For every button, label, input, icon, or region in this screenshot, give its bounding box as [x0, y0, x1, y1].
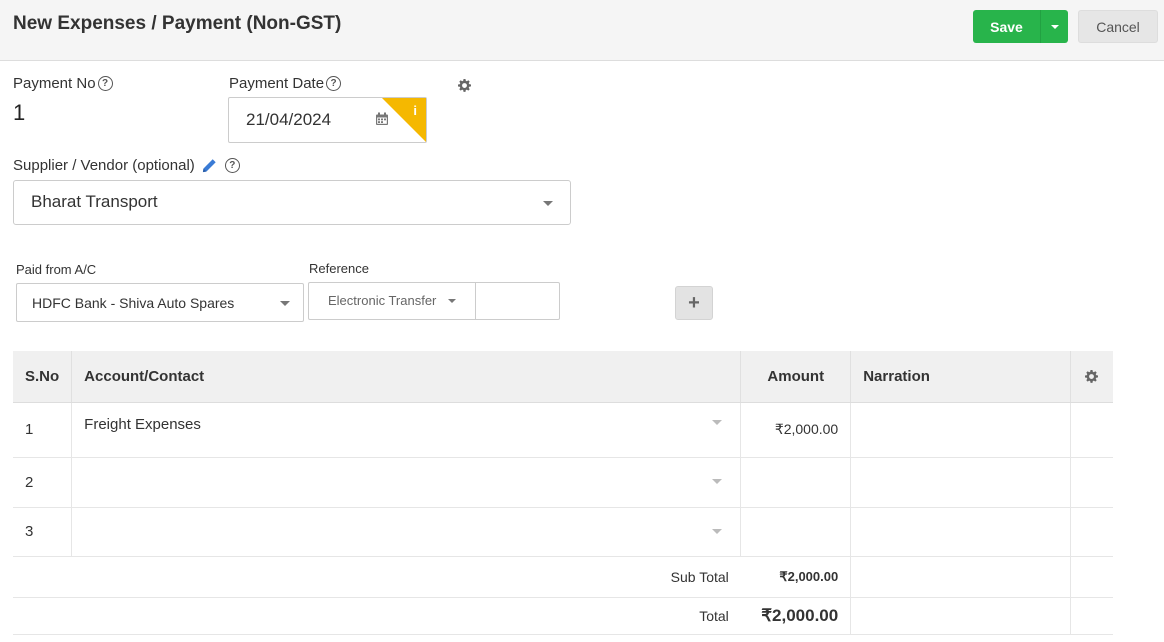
- row-settings-cell: [1070, 402, 1113, 458]
- help-icon[interactable]: ?: [326, 76, 342, 91]
- chevron-down-icon: [712, 528, 723, 534]
- subtotal-label: Sub Total: [13, 556, 741, 598]
- row-sno: 2: [13, 457, 73, 508]
- info-icon[interactable]: i: [413, 103, 417, 118]
- supplier-select[interactable]: Bharat Transport: [13, 180, 571, 225]
- page-title: New Expenses / Payment (Non-GST): [13, 13, 342, 34]
- chevron-down-icon: [543, 201, 553, 206]
- row-settings-cell: [1070, 507, 1113, 557]
- account-select[interactable]: Freight Expenses: [71, 402, 742, 458]
- help-icon[interactable]: ?: [97, 76, 113, 91]
- supplier-value: Bharat Transport: [31, 192, 158, 211]
- chevron-down-icon: [712, 479, 723, 484]
- supplier-label-group: Supplier / Vendor (optional) ?: [13, 157, 240, 174]
- subtotal-row: Sub Total ₹2,000.00: [13, 556, 1113, 598]
- total-settings-cell: [1070, 597, 1113, 635]
- row-sno: 3: [13, 507, 73, 557]
- expense-table: S.No Account/Contact Amount Narration 1 …: [13, 351, 1113, 635]
- amount-input[interactable]: [740, 457, 852, 508]
- amount-input[interactable]: [740, 507, 852, 557]
- column-header-amount: Amount: [740, 351, 852, 403]
- save-button[interactable]: Save: [973, 10, 1040, 43]
- cancel-button[interactable]: Cancel: [1078, 10, 1158, 43]
- save-options-button[interactable]: [1040, 10, 1068, 43]
- subtotal-narration-cell: [850, 556, 1071, 598]
- subtotal-value: ₹2,000.00: [740, 556, 852, 598]
- narration-input[interactable]: [850, 402, 1071, 458]
- total-narration-cell: [850, 597, 1071, 635]
- column-header-sno: S.No: [13, 351, 73, 403]
- payment-no-label-group: Payment No ?: [13, 75, 113, 92]
- total-label: Total: [13, 597, 741, 635]
- column-header-account: Account/Contact: [71, 351, 742, 403]
- account-select[interactable]: [71, 507, 742, 557]
- gear-icon[interactable]: [1085, 369, 1099, 383]
- page-header: New Expenses / Payment (Non-GST) Save Ca…: [0, 0, 1164, 61]
- account-value: Freight Expenses: [84, 415, 201, 433]
- total-value: ₹2,000.00: [740, 597, 852, 635]
- gear-icon[interactable]: [458, 79, 471, 92]
- table-row: 2: [13, 457, 1113, 508]
- reference-type-value: Electronic Transfer: [328, 293, 437, 308]
- column-header-narration: Narration: [850, 351, 1071, 403]
- paid-from-select[interactable]: HDFC Bank - Shiva Auto Spares: [16, 283, 304, 322]
- table-row: 1 Freight Expenses ₹2,000.00: [13, 402, 1113, 458]
- narration-input[interactable]: [850, 457, 1071, 508]
- paid-from-value: HDFC Bank - Shiva Auto Spares: [32, 295, 235, 311]
- narration-input[interactable]: [850, 507, 1071, 557]
- payment-date-value: 21/04/2024: [246, 110, 332, 129]
- reference-label: Reference: [309, 261, 369, 276]
- save-button-group: Save: [973, 10, 1068, 43]
- amount-input[interactable]: ₹2,000.00: [740, 402, 852, 458]
- chevron-down-icon: [280, 301, 290, 306]
- column-header-settings: [1070, 351, 1113, 403]
- subtotal-settings-cell: [1070, 556, 1113, 598]
- supplier-label: Supplier / Vendor (optional): [13, 157, 195, 174]
- payment-no-label: Payment No: [13, 75, 96, 92]
- add-reference-button[interactable]: +: [675, 286, 713, 320]
- total-row: Total ₹2,000.00: [13, 597, 1113, 635]
- payment-date-label: Payment Date: [229, 75, 325, 92]
- chevron-down-icon: [712, 419, 723, 425]
- chevron-down-icon: [1050, 24, 1059, 29]
- table-header-row: S.No Account/Contact Amount Narration: [13, 351, 1113, 403]
- info-flag[interactable]: [382, 98, 426, 142]
- reference-type-select[interactable]: Electronic Transfer: [308, 282, 476, 320]
- pencil-icon[interactable]: [201, 158, 217, 174]
- reference-input[interactable]: [475, 282, 560, 320]
- chevron-down-icon: [448, 299, 456, 303]
- account-select[interactable]: [71, 457, 742, 508]
- paid-from-label: Paid from A/C: [16, 262, 97, 277]
- row-settings-cell: [1070, 457, 1113, 508]
- help-icon[interactable]: ?: [224, 158, 240, 173]
- table-row: 3: [13, 507, 1113, 557]
- payment-date-input[interactable]: 21/04/2024 i: [228, 97, 427, 143]
- row-sno: 1: [13, 402, 73, 458]
- payment-no-value: 1: [13, 100, 26, 125]
- payment-date-label-group: Payment Date ?: [229, 75, 342, 92]
